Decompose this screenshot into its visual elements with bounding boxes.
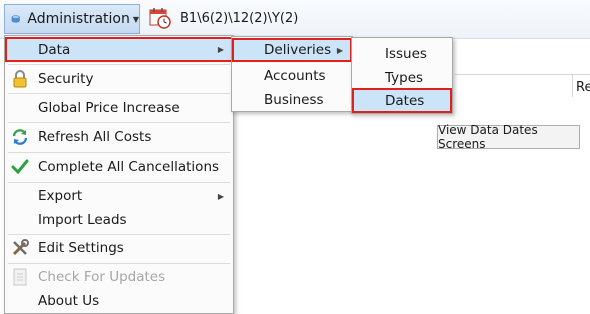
menu-item-import-leads[interactable]: Import Leads (5, 208, 233, 232)
menu-separator (8, 263, 230, 264)
grid-header-divider (455, 74, 590, 75)
menu-separator (8, 234, 230, 235)
menu-item-label: Issues (385, 46, 427, 62)
deliveries-submenu: Issues Types Dates (351, 37, 453, 114)
refresh-icon (11, 128, 29, 146)
administration-label: Administration (27, 11, 130, 27)
menu-item-dates[interactable]: Dates (352, 88, 452, 113)
menu-item-accounts[interactable]: Accounts (232, 64, 352, 88)
menu-item-data[interactable]: Data ▶ (5, 37, 233, 62)
grid-column-header[interactable]: Re (576, 80, 590, 95)
submenu-arrow-icon: ▶ (336, 45, 343, 55)
menu-item-label: Export (38, 188, 83, 204)
menu-item-issues[interactable]: Issues (352, 42, 452, 66)
menu-item-deliveries[interactable]: Deliveries ▶ (232, 38, 352, 62)
menu-item-label: Security (38, 71, 94, 87)
menu-item-label: Dates (385, 92, 425, 109)
menu-separator (8, 64, 230, 65)
menu-item-edit-settings[interactable]: Edit Settings (5, 236, 233, 260)
menu-separator (8, 122, 230, 123)
administration-menu-button[interactable]: Administration ▼ (4, 4, 140, 34)
grid-column-separator (572, 75, 573, 97)
menu-item-label: Data (38, 41, 71, 58)
menu-item-label: Global Price Increase (38, 100, 180, 116)
view-data-dates-screens-button[interactable]: View Data Dates Screens (437, 123, 580, 151)
menu-item-label: Check For Updates (38, 269, 166, 285)
tools-icon (11, 239, 29, 257)
administration-dropdown-menu: Data ▶ Security Global Price Increase Re… (4, 35, 234, 314)
menu-item-label: Deliveries (264, 42, 332, 58)
menu-item-security[interactable]: Security (5, 67, 233, 91)
menu-item-about-us[interactable]: About Us (5, 289, 233, 313)
submenu-arrow-icon: ▶ (217, 45, 224, 54)
menu-item-label: Edit Settings (38, 240, 124, 256)
lock-icon (11, 70, 29, 88)
menu-item-label: Refresh All Costs (38, 129, 152, 145)
checkmark-icon (11, 158, 29, 176)
menu-item-label: Types (385, 70, 424, 86)
chevron-down-icon: ▼ (132, 14, 139, 24)
menu-item-global-price-increase[interactable]: Global Price Increase (5, 96, 233, 120)
toolbar: Administration ▼ B1\6(2)\12(2)\Y(2) (0, 0, 590, 39)
menu-item-label: Accounts (264, 68, 326, 84)
menu-item-export[interactable]: Export ▶ (5, 184, 233, 208)
data-submenu: Deliveries ▶ Accounts Business (231, 36, 353, 112)
database-icon (11, 15, 20, 23)
menu-item-complete-all-cancellations[interactable]: Complete All Cancellations (5, 155, 233, 179)
menu-item-label: Complete All Cancellations (38, 159, 220, 175)
menu-item-refresh-all-costs[interactable]: Refresh All Costs (5, 125, 233, 149)
menu-separator (8, 93, 230, 94)
update-icon (11, 268, 29, 286)
menu-separator (8, 182, 230, 183)
menu-item-business[interactable]: Business (232, 88, 352, 112)
record-path: B1\6(2)\12(2)\Y(2) (180, 11, 299, 26)
menu-item-label: Import Leads (38, 212, 127, 228)
menu-item-types[interactable]: Types (352, 66, 452, 90)
submenu-arrow-icon: ▶ (217, 191, 224, 201)
menu-separator (8, 152, 230, 153)
calendar-clock-icon[interactable] (149, 7, 171, 29)
menu-item-label: About Us (38, 293, 100, 309)
menu-item-label: Business (264, 92, 324, 108)
menu-item-check-for-updates[interactable]: Check For Updates (5, 265, 233, 289)
